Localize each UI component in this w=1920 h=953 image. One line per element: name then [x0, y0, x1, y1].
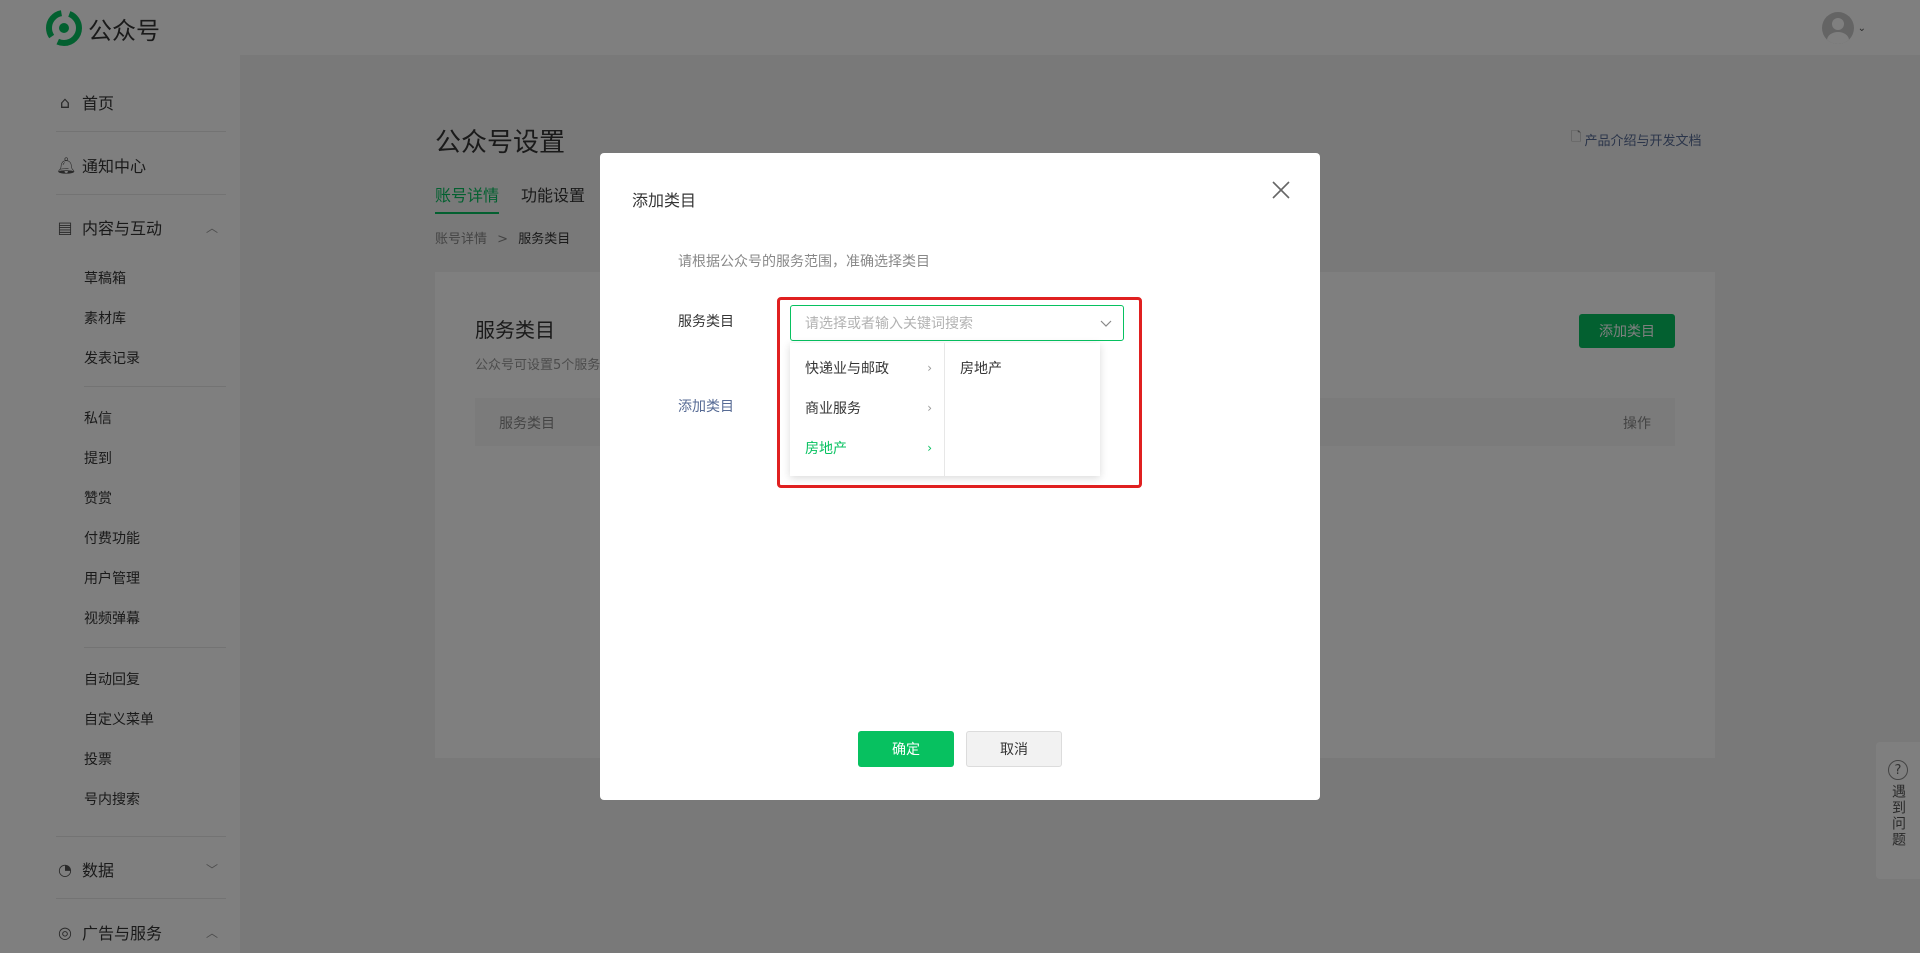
annotation-highlight-box	[777, 297, 1142, 488]
cancel-button[interactable]: 取消	[966, 731, 1062, 767]
dialog-title: 添加类目	[632, 191, 697, 210]
add-category-dialog: 添加类目 请根据公众号的服务范围，准确选择类目 服务类目 添加类目 请选择或者输…	[600, 153, 1320, 800]
confirm-button[interactable]: 确定	[858, 731, 954, 767]
add-category-link[interactable]: 添加类目	[678, 396, 734, 416]
dialog-tip: 请根据公众号的服务范围，准确选择类目	[678, 254, 930, 270]
close-icon[interactable]	[1266, 175, 1296, 205]
field-label: 服务类目	[678, 314, 734, 330]
